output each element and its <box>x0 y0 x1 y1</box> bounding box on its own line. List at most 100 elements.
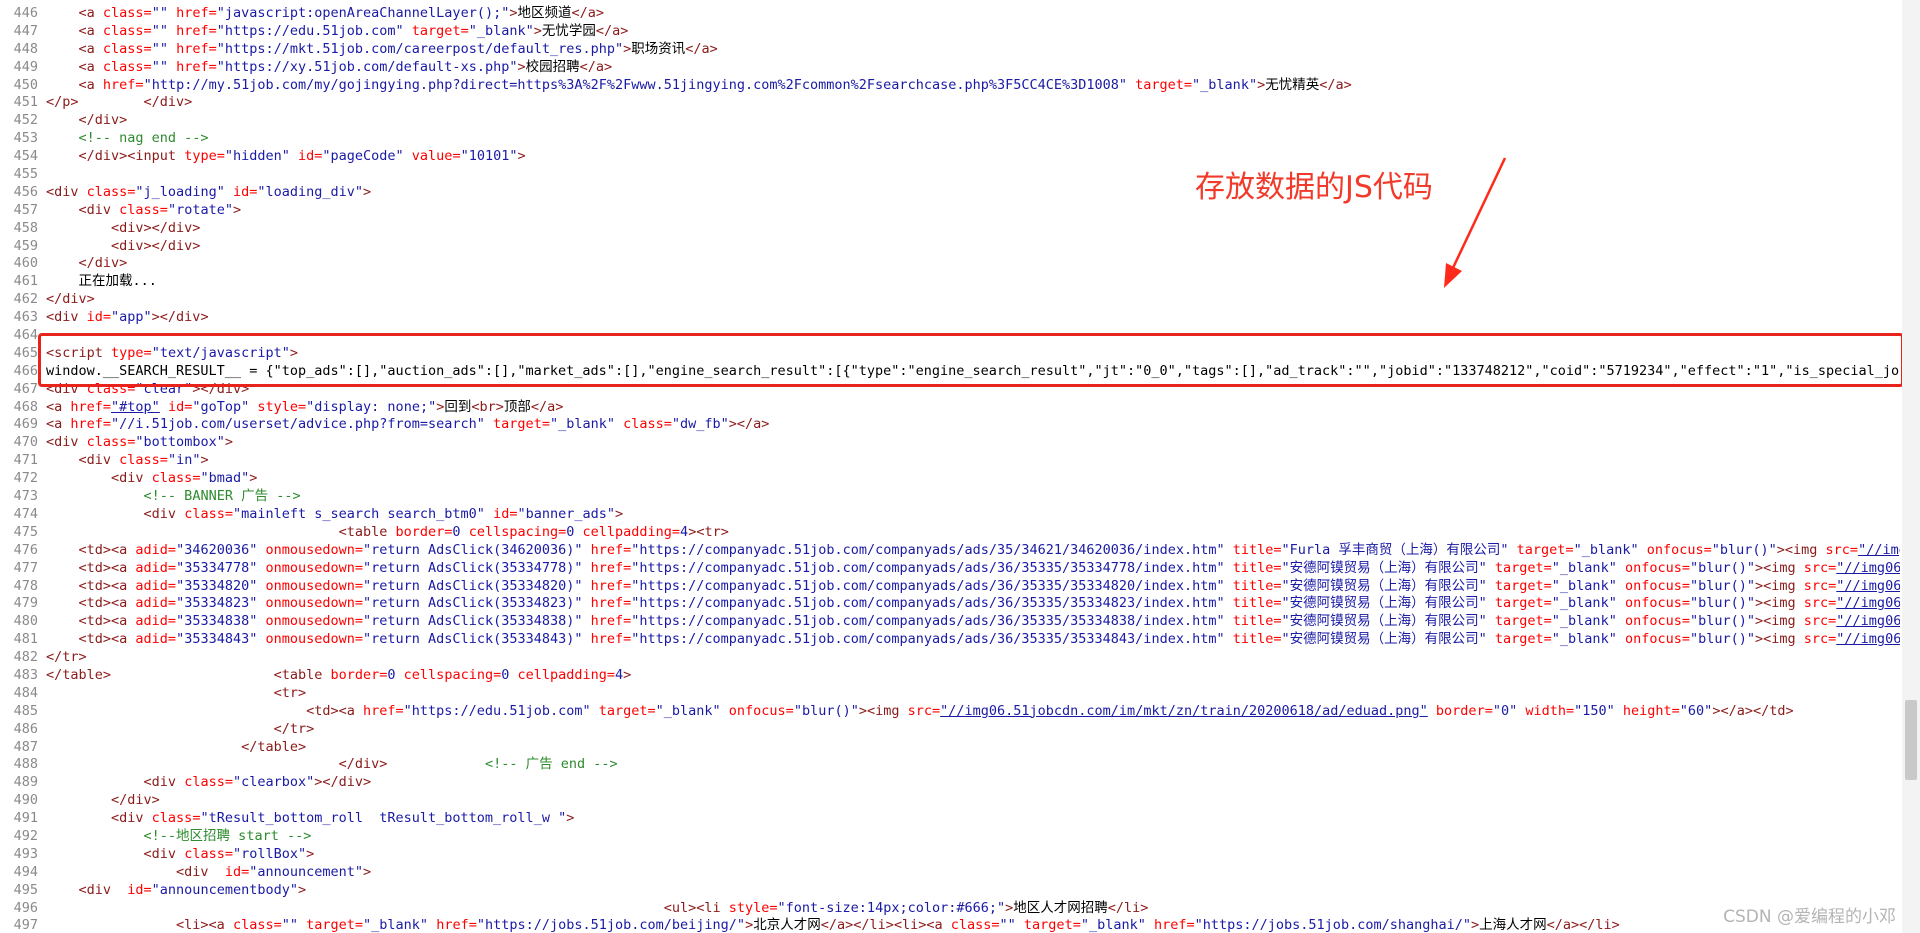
source-link[interactable]: "//img06.51jobcdn.com/im/mkt/zn/ads/2.pn… <box>1836 560 1900 576</box>
code-token: <li><a <box>176 917 225 933</box>
line-number: 471 <box>13 452 38 469</box>
line-number: 467 <box>13 380 38 397</box>
code-token: 校园招聘 <box>525 58 580 75</box>
code-token: <a <box>78 5 95 21</box>
source-link[interactable]: "//img06.51jobcdn.com/im/mkt/zn/ads/3.pn… <box>1836 578 1900 594</box>
line-number: 489 <box>13 774 38 791</box>
code-token: height= <box>1614 702 1680 719</box>
code-token: "_blank" <box>363 917 429 933</box>
code-token: <td><a <box>78 559 128 576</box>
line-text: <ul><li style="font-size:14px;color:#666… <box>46 900 1900 918</box>
line-text: <a class="" href="https://mkt.51job.com/… <box>46 41 1900 59</box>
code-line: 489 <div class="clearbox"></div> <box>0 774 1900 792</box>
code-token: "" <box>151 58 168 75</box>
code-token: "blur()" <box>1689 613 1756 630</box>
source-link[interactable]: "#top" <box>111 399 160 415</box>
code-line: 476 <td><a adid="34620036" onmousedown="… <box>0 542 1900 560</box>
code-token: </div> <box>78 255 128 272</box>
code-token: </a> <box>571 5 604 21</box>
line-number: 457 <box>13 201 38 218</box>
line-number: 488 <box>13 756 38 773</box>
code-token: "https://xy.51job.com/default-xs.php" <box>216 58 518 75</box>
code-token: 上海人才网 <box>1479 917 1547 933</box>
source-link[interactable]: "//img06.51jobcdn.com/im/mkt/zn/ads/5.pn… <box>1836 613 1900 629</box>
code-line: 454 </div><input type="hidden" id="pageC… <box>0 148 1900 166</box>
code-token: > <box>533 22 542 39</box>
line-number: 483 <box>13 666 38 683</box>
code-line: 475 <table border=0 cellspacing=0 cellpa… <box>0 524 1900 542</box>
code-token: > <box>745 917 754 933</box>
code-token: <div <box>46 434 79 451</box>
vertical-scrollbar[interactable] <box>1902 0 1920 933</box>
code-token: target= <box>1127 76 1193 93</box>
code-token: title= <box>1224 595 1282 612</box>
code-line: 457 <div class="rotate"> <box>0 202 1900 220</box>
code-line: 469 <a href="//i.51job.com/userset/advice… <box>0 416 1900 434</box>
scrollbar-thumb[interactable] <box>1905 700 1917 780</box>
line-text: <tr> <box>46 685 1900 703</box>
code-token: "pageCode" <box>322 148 404 165</box>
line-text: <div class="tResult_bottom_roll tResult_… <box>46 810 1900 828</box>
code-token: window.__SEARCH_RESULT__ = {"top_ads":[]… <box>46 362 1900 379</box>
code-token: 无忧学园 <box>541 22 596 39</box>
source-link[interactable]: "//img06.51jobcdn.com/im/mkt/zn/ads/1.pn… <box>1858 542 1900 558</box>
code-token: <td><a <box>78 541 128 558</box>
line-text: <div class="bottombox"> <box>46 434 1900 452</box>
code-token: </p> <box>46 94 79 111</box>
code-token: href= <box>94 76 144 93</box>
line-number: 497 <box>13 917 38 933</box>
code-token: </div> <box>143 94 193 111</box>
code-token: target= <box>590 702 656 719</box>
code-token: src= <box>1795 613 1837 630</box>
line-number: 458 <box>13 219 38 236</box>
code-token: "安德阿镆贸易（上海）有限公司" <box>1281 559 1487 576</box>
code-token: <div <box>46 183 79 200</box>
code-token: "https://edu.51job.com" <box>403 702 591 719</box>
code-token: onfocus= <box>1616 559 1690 576</box>
code-token: href= <box>167 58 217 75</box>
line-text: <div class="bmad"> <box>46 470 1900 488</box>
code-token: <table <box>273 666 323 683</box>
code-token: <div></div> <box>111 237 201 254</box>
line-text: <div id="app"></div> <box>46 309 1900 327</box>
code-token: "https://mkt.51job.com/careerpost/defaul… <box>216 40 624 57</box>
code-token: 顶部 <box>503 398 531 415</box>
code-token: href= <box>62 398 112 415</box>
code-token: "_blank" <box>468 22 534 39</box>
csdn-watermark: CSDN @爱编程的小邓 <box>1723 907 1896 927</box>
line-number: 478 <box>13 577 38 594</box>
line-text: <li><a class="" target="_blank" href="ht… <box>46 917 1900 933</box>
code-token: "//i.51job.com/userset/advice.php?from=s… <box>111 416 485 433</box>
line-number: 473 <box>13 488 38 505</box>
source-link[interactable]: "//img06.51jobcdn.com/im/mkt/zn/ads/6.pn… <box>1836 631 1900 647</box>
code-line: 452 </div> <box>0 112 1900 130</box>
code-token: class= <box>942 917 1000 933</box>
line-text: <!-- BANNER 广告 --> <box>46 488 1900 506</box>
code-token: "hidden" <box>224 148 290 165</box>
code-token: "_blank" <box>1551 577 1617 594</box>
code-token: <td><a <box>306 702 355 719</box>
code-token: title= <box>1224 613 1282 630</box>
code-token: cellpadding= <box>574 523 681 540</box>
code-token: cellspacing= <box>395 666 502 683</box>
code-token: </div> <box>46 291 95 308</box>
line-text: <div id="announcementbody"> <box>46 882 1900 900</box>
code-token: "return AdsClick(35334838)" <box>363 613 583 630</box>
line-text: <div class="in"> <box>46 452 1900 470</box>
code-token: "return AdsClick(35334778)" <box>363 559 583 576</box>
code-token: "rotate" <box>167 201 233 218</box>
line-text: <a href="#top" id="goTop" style="display… <box>46 399 1900 417</box>
source-link[interactable]: "//img06.51jobcdn.com/im/mkt/zn/ads/4.pn… <box>1836 595 1900 611</box>
line-text: <div class="clear"></div> <box>46 381 1900 399</box>
line-text: <td><a adid="35334843" onmousedown="retu… <box>46 631 1900 649</box>
source-link[interactable]: "//img06.51jobcdn.com/im/mkt/zn/train/20… <box>940 703 1428 719</box>
